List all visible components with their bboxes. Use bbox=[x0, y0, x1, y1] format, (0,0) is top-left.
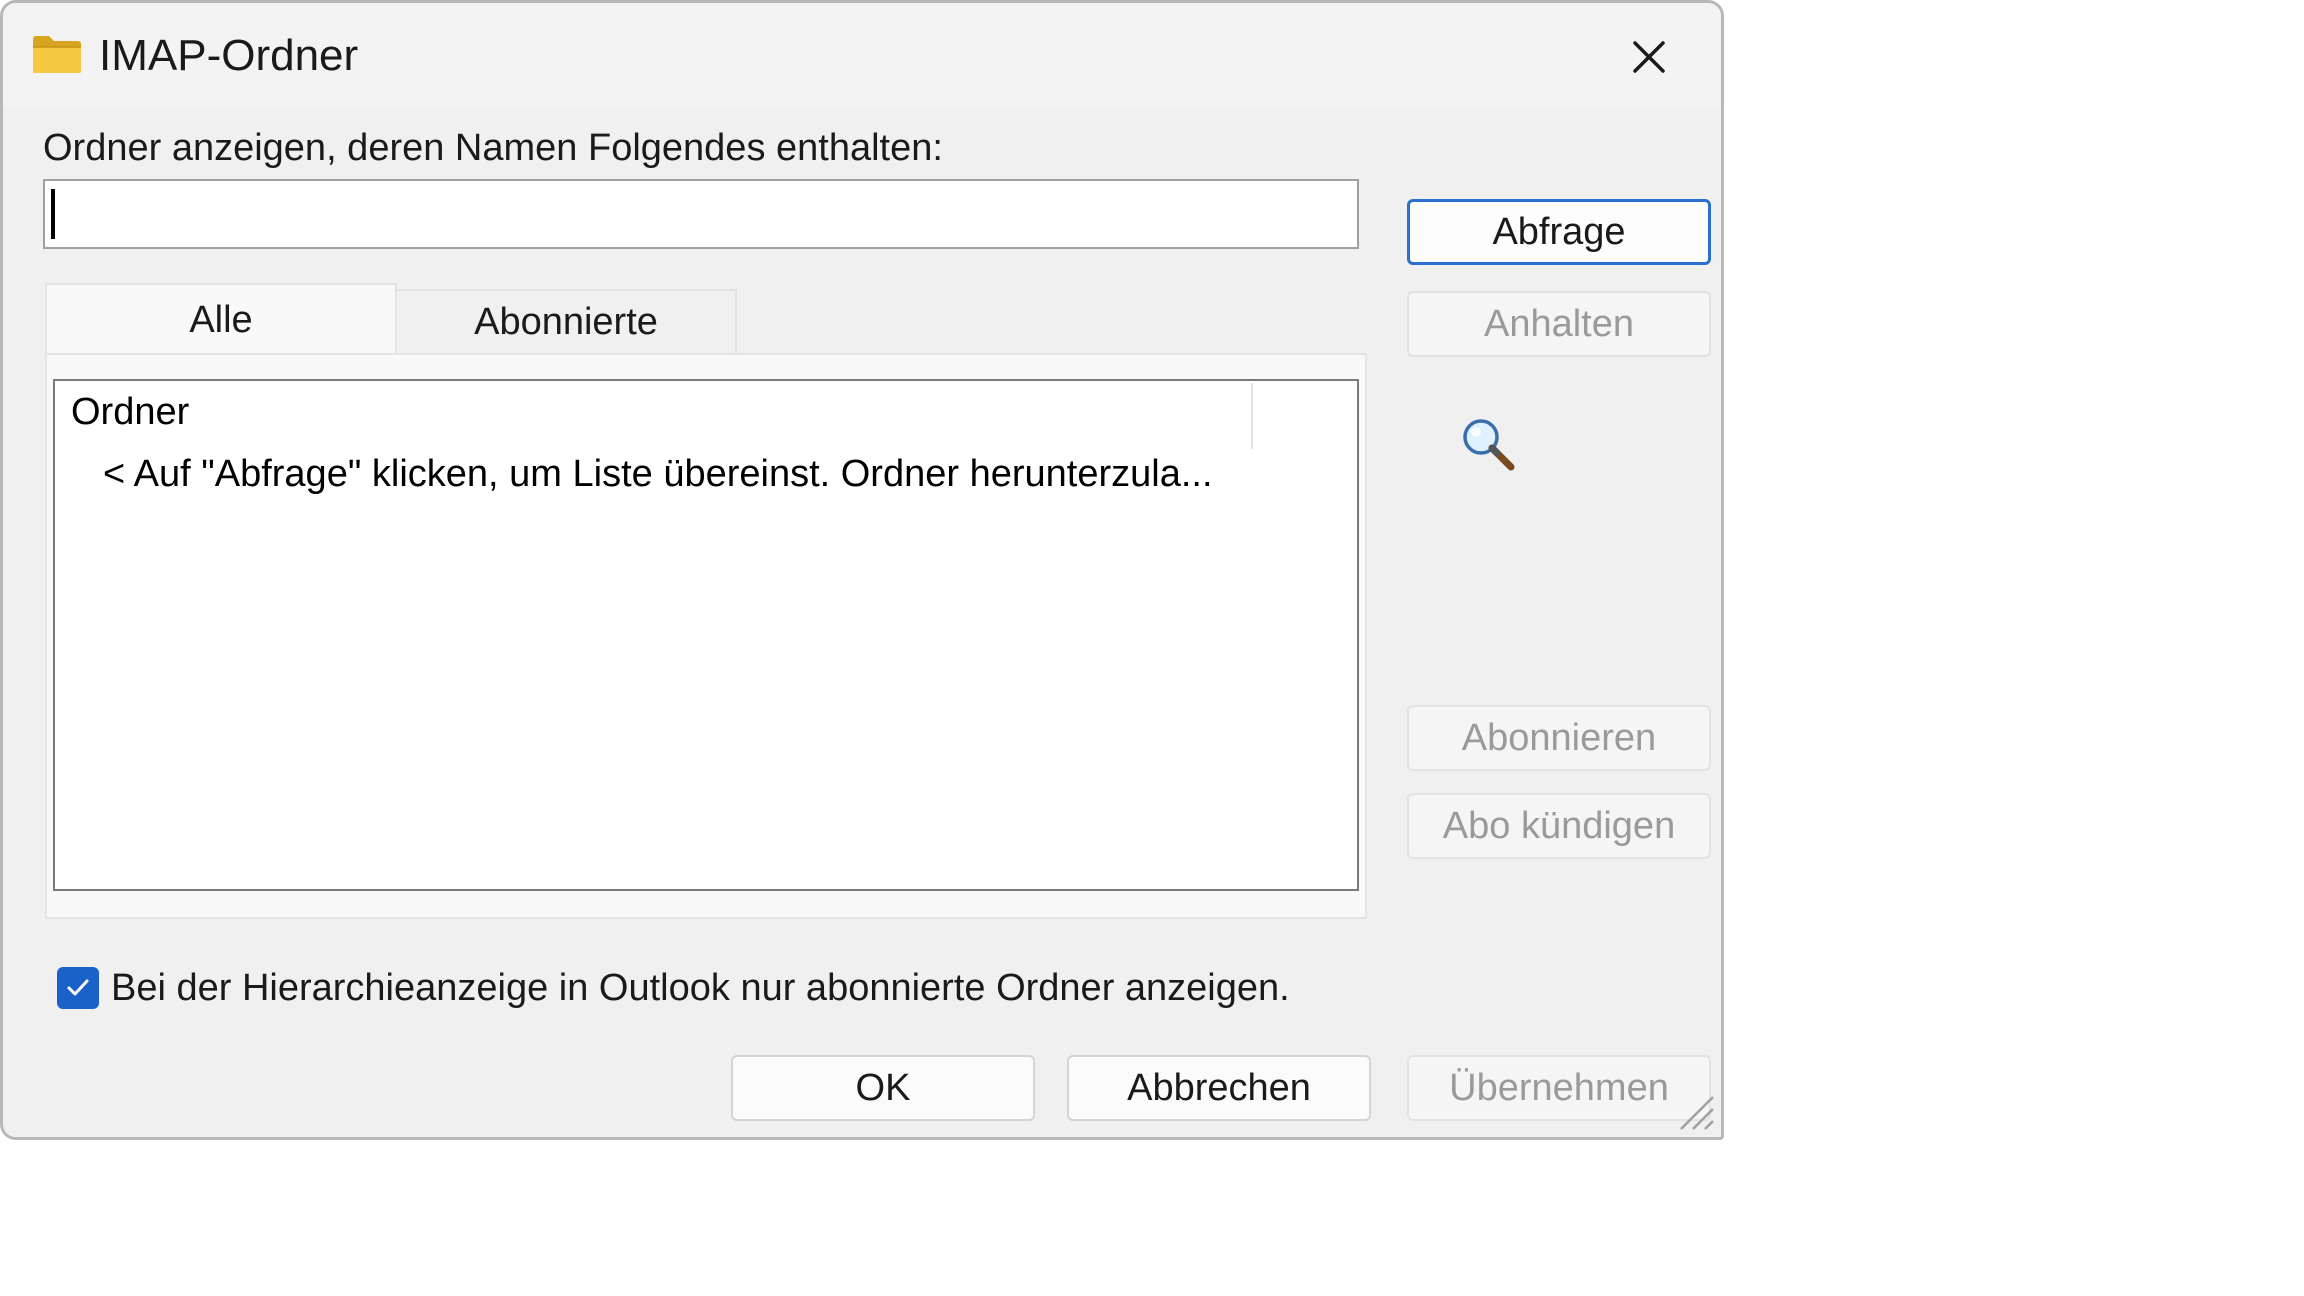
subscribed-only-checkbox[interactable] bbox=[57, 967, 99, 1009]
close-icon bbox=[1633, 41, 1665, 73]
stop-button[interactable]: Anhalten bbox=[1407, 291, 1711, 357]
list-item[interactable]: < Auf "Abfrage" klicken, um Liste überei… bbox=[103, 453, 1213, 496]
resize-grip-icon[interactable] bbox=[1673, 1089, 1717, 1133]
ok-button[interactable]: OK bbox=[731, 1055, 1035, 1121]
cancel-button[interactable]: Abbrechen bbox=[1067, 1055, 1371, 1121]
tab-all[interactable]: Alle bbox=[45, 283, 397, 355]
title-bar[interactable]: IMAP-Ordner bbox=[3, 3, 1721, 107]
dialog-body: Ordner anzeigen, deren Namen Folgendes e… bbox=[3, 107, 1721, 1137]
close-button[interactable] bbox=[1619, 27, 1679, 87]
checkmark-icon bbox=[67, 979, 89, 996]
unsubscribe-button[interactable]: Abo kündigen bbox=[1407, 793, 1711, 859]
imap-folders-dialog: IMAP-Ordner Ordner anzeigen, deren Namen… bbox=[0, 0, 1724, 1140]
window-title: IMAP-Ordner bbox=[99, 31, 359, 80]
column-divider[interactable] bbox=[1251, 383, 1253, 449]
apply-button[interactable]: Übernehmen bbox=[1407, 1055, 1711, 1121]
tab-subscribed[interactable]: Abonnierte bbox=[397, 289, 737, 355]
subscribed-only-label[interactable]: Bei der Hierarchieanzeige in Outlook nur… bbox=[111, 967, 1290, 1010]
text-caret bbox=[51, 189, 55, 239]
query-button[interactable]: Abfrage bbox=[1407, 199, 1711, 265]
folder-icon bbox=[31, 33, 83, 75]
search-icon bbox=[1459, 415, 1519, 475]
folder-filter-input[interactable] bbox=[43, 179, 1359, 249]
subscribe-button[interactable]: Abonnieren bbox=[1407, 705, 1711, 771]
filter-label: Ordner anzeigen, deren Namen Folgendes e… bbox=[43, 127, 943, 169]
column-header-folder[interactable]: Ordner bbox=[71, 391, 189, 434]
folder-list[interactable]: Ordner < Auf "Abfrage" klicken, um Liste… bbox=[53, 379, 1359, 891]
